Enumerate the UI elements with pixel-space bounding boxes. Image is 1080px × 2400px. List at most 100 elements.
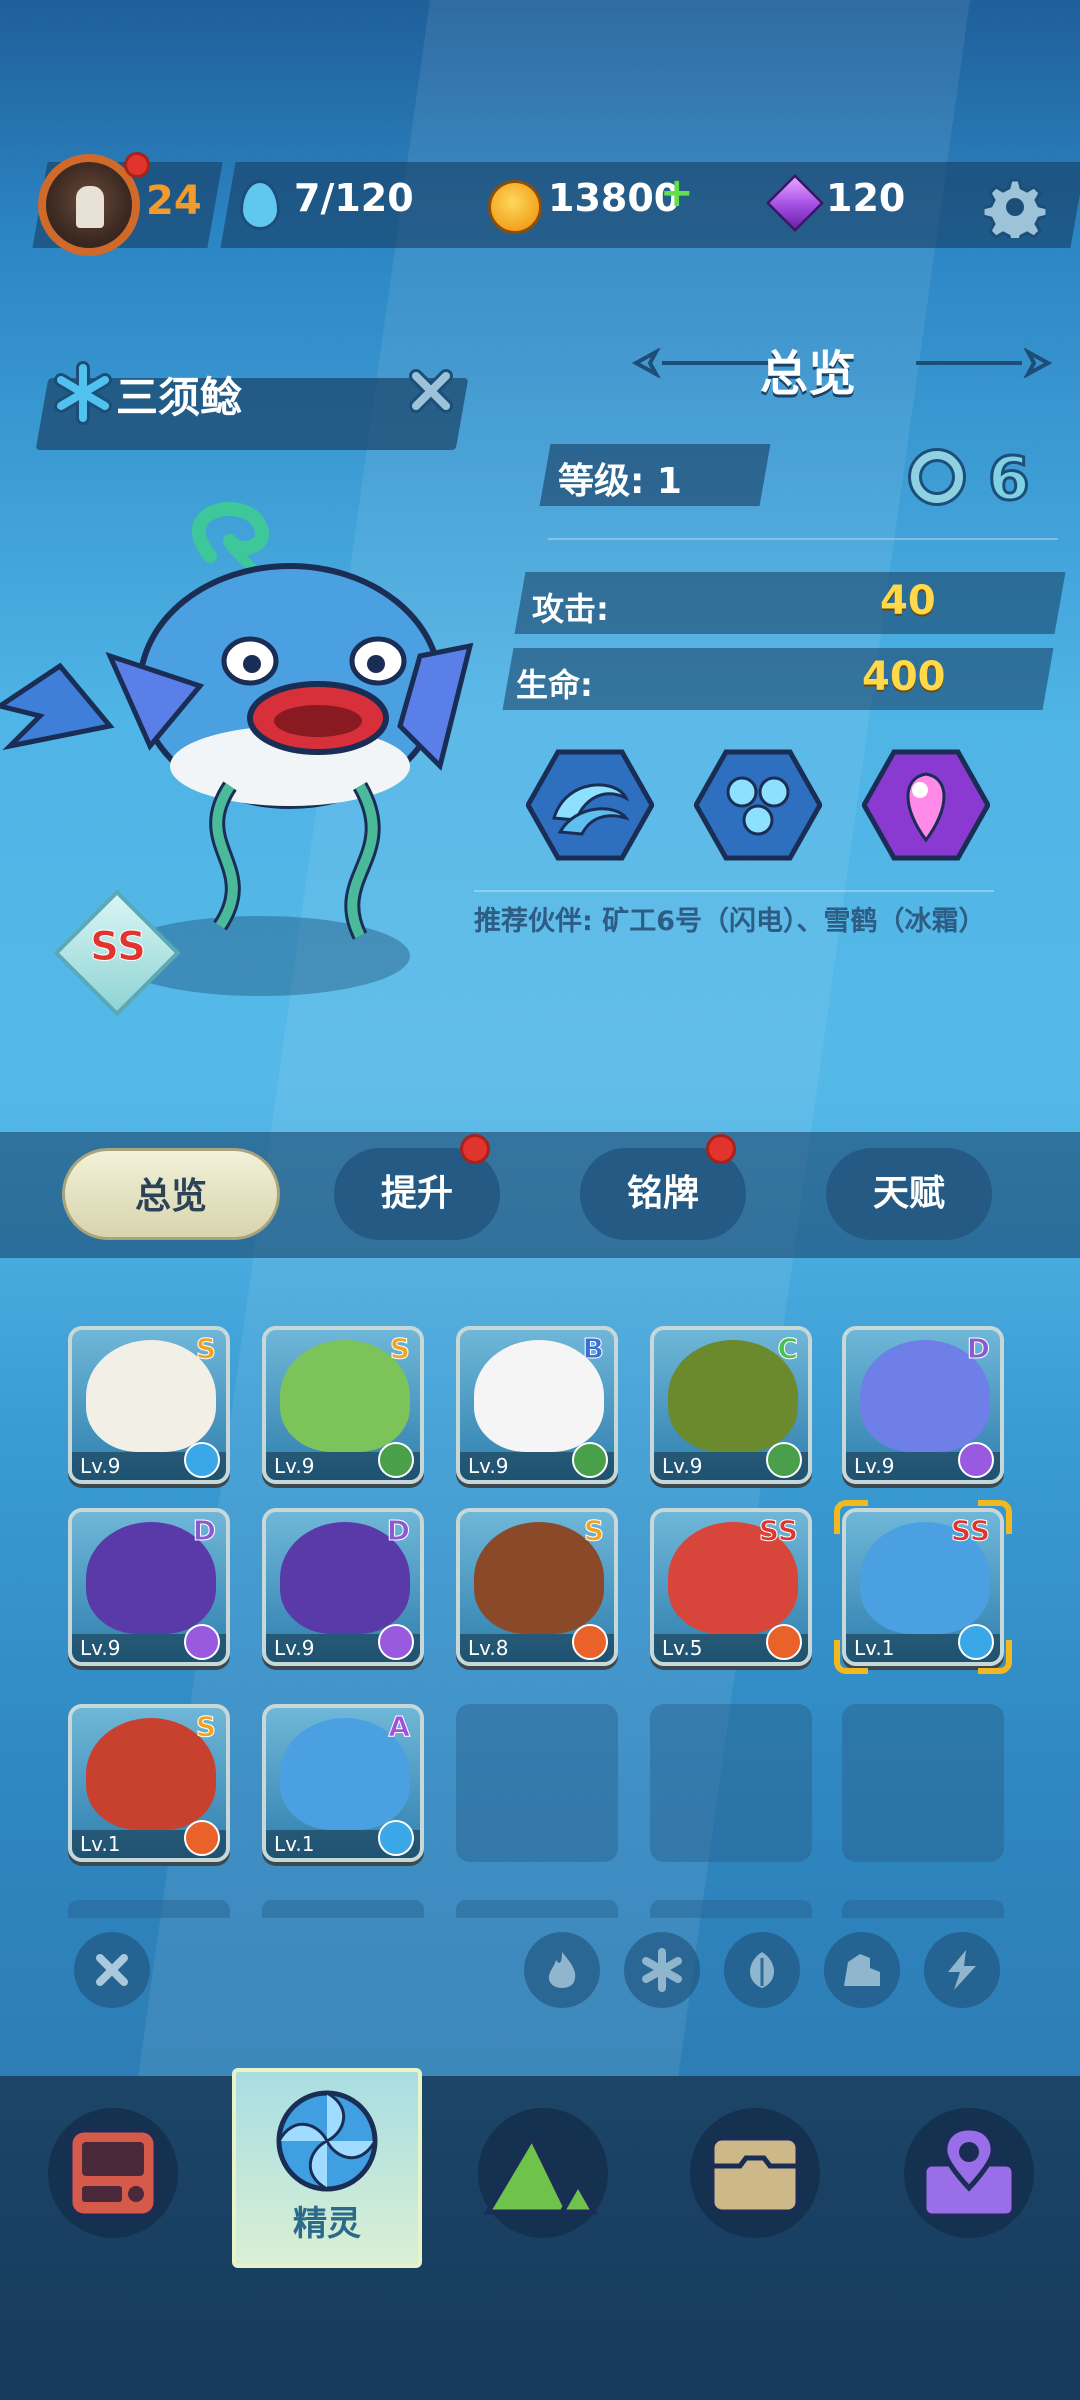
filter-earth-button[interactable]	[824, 1932, 900, 2008]
pet-illustration	[0, 502, 474, 996]
clear-filter-button[interactable]	[74, 1932, 150, 2008]
pet-card[interactable]: S Lv.9	[262, 1326, 424, 1484]
lightning-icon	[378, 1624, 414, 1660]
nav-pets-label: 精灵	[293, 2204, 361, 2244]
lightning-icon	[958, 1442, 994, 1478]
add-coins-button[interactable]: +	[660, 170, 694, 216]
coin-icon	[488, 180, 542, 234]
settings-gear-icon[interactable]	[984, 176, 1046, 238]
selection-corner	[834, 1640, 868, 1674]
pet-level: 等级: 1	[558, 461, 682, 502]
close-icon[interactable]	[406, 366, 456, 416]
pet-grade: S	[195, 1710, 216, 1744]
pet-card[interactable]: D Lv.9	[842, 1326, 1004, 1484]
nav-device-button[interactable]	[48, 2108, 178, 2238]
nav-inventory-button[interactable]	[690, 2108, 820, 2238]
grid-peek-slot	[842, 1900, 1004, 1918]
overview-title: 总览	[760, 346, 857, 402]
snowflake-icon	[54, 361, 112, 425]
pet-grade: S	[195, 1332, 216, 1366]
filter-ice-button[interactable]	[624, 1932, 700, 2008]
attack-label: 攻击:	[532, 590, 609, 628]
empty-pet-slot	[842, 1704, 1004, 1862]
hp-label: 生命:	[516, 666, 593, 704]
grid-peek-slot	[262, 1900, 424, 1918]
divider-2	[474, 890, 994, 892]
leaf-icon	[766, 1442, 802, 1478]
crystal-skill-icon[interactable]	[862, 748, 990, 862]
snowflake-icon	[184, 1442, 220, 1478]
notification-dot	[124, 152, 150, 178]
selection-corner	[834, 1500, 868, 1534]
pet-name: 三须鲶	[116, 373, 243, 422]
nameplate-notification-dot	[706, 1134, 736, 1164]
chest-icon	[709, 2135, 801, 2215]
lightning-icon	[184, 1624, 220, 1660]
nav-location-button[interactable]	[904, 2108, 1034, 2238]
pet-card[interactable]: D Lv.9	[262, 1508, 424, 1666]
rock-icon	[844, 1954, 880, 1986]
nav-map-button[interactable]	[478, 2108, 608, 2238]
selection-corner	[978, 1640, 1012, 1674]
pet-card[interactable]: S Lv.1	[68, 1704, 230, 1862]
ring-icon[interactable]	[908, 448, 966, 506]
hp-value: 400	[862, 654, 946, 700]
wave-skill-icon[interactable]	[526, 748, 654, 862]
attack-value: 40	[880, 578, 936, 624]
empty-pet-slot	[650, 1704, 812, 1862]
rank-text: SS	[90, 924, 147, 971]
mountain-icon	[483, 2132, 599, 2215]
player-level: 24	[146, 178, 202, 224]
pet-grade: C	[777, 1332, 799, 1366]
energy-count: 7/120	[294, 176, 414, 220]
pet-grade: S	[389, 1332, 410, 1366]
pet-card[interactable]: S Lv.8	[456, 1508, 618, 1666]
rune-six-icon[interactable]: 6	[987, 443, 1032, 516]
pet-grade: A	[388, 1710, 411, 1744]
snowflake-icon	[642, 1948, 682, 1992]
filter-leaf-button[interactable]	[724, 1932, 800, 2008]
bubbles-skill-icon[interactable]	[694, 748, 822, 862]
title-ornament-left	[632, 348, 768, 378]
pet-card[interactable]: C Lv.9	[650, 1326, 812, 1484]
tab-talent[interactable]: 天赋	[826, 1148, 992, 1240]
recommend-partners: 推荐伙伴: 矿工6号（闪电）、雪鹤（冰霜）	[474, 906, 986, 937]
leaf-icon	[378, 1442, 414, 1478]
pet-grade: SS	[758, 1514, 798, 1548]
selection-corner	[978, 1500, 1012, 1534]
pet-card[interactable]: D Lv.9	[68, 1508, 230, 1666]
snowflake-icon	[378, 1820, 414, 1856]
grid-peek-slot	[650, 1900, 812, 1918]
pet-grade: S	[583, 1514, 604, 1548]
filter-lightning-button[interactable]	[924, 1932, 1000, 2008]
lightning-icon	[948, 1950, 976, 1990]
pet-grade: D	[966, 1332, 990, 1366]
fire-icon	[548, 1952, 576, 1988]
avatar-face	[76, 186, 104, 228]
pet-card[interactable]: SS Lv.5	[650, 1508, 812, 1666]
handheld-icon	[67, 2127, 159, 2219]
fire-icon	[766, 1624, 802, 1660]
grid-peek-slot	[68, 1900, 230, 1918]
pet-grade: B	[582, 1332, 604, 1366]
pet-grade: D	[192, 1514, 216, 1548]
divider	[548, 538, 1058, 540]
fire-icon	[184, 1820, 220, 1856]
swirl-icon	[276, 2090, 378, 2192]
location-pin-icon	[921, 2125, 1017, 2219]
pet-card[interactable]: A Lv.1	[262, 1704, 424, 1862]
title-ornament-right	[916, 348, 1052, 378]
grid-peek-slot	[456, 1900, 618, 1918]
x-icon	[96, 1954, 128, 1986]
pet-grade: D	[386, 1514, 410, 1548]
gem-count: 120	[826, 176, 906, 220]
leaf-icon	[572, 1442, 608, 1478]
tab-overview[interactable]: 总览	[62, 1148, 280, 1240]
pet-card[interactable]: B Lv.9	[456, 1326, 618, 1484]
leaf-icon	[750, 1952, 774, 1988]
filter-fire-button[interactable]	[524, 1932, 600, 2008]
pet-card[interactable]: S Lv.9	[68, 1326, 230, 1484]
empty-pet-slot	[456, 1704, 618, 1862]
fire-icon	[572, 1624, 608, 1660]
player-avatar[interactable]	[38, 152, 150, 256]
